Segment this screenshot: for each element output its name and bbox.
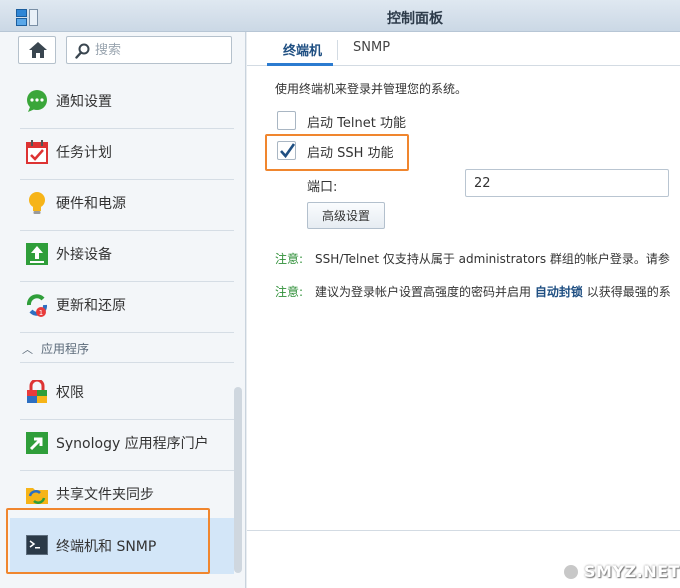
divider bbox=[20, 128, 234, 129]
sidebar-item-update-restore[interactable]: 1 更新和还原 bbox=[20, 283, 234, 327]
refresh-icon: 1 bbox=[27, 294, 47, 317]
sidebar-item-label: 任务计划 bbox=[56, 145, 112, 161]
sidebar-item-label: 通知设置 bbox=[56, 94, 112, 110]
annotation-highlight bbox=[6, 508, 210, 574]
sidebar-item-task-scheduler[interactable]: 任务计划 bbox=[20, 130, 234, 174]
sidebar-item-hardware-power[interactable]: 硬件和电源 bbox=[20, 181, 234, 225]
upload-arrow-icon bbox=[26, 243, 48, 265]
sidebar: 通知设置 任务计划 硬件和电源 外接设备 bbox=[0, 32, 246, 588]
divider bbox=[20, 230, 234, 231]
search-box[interactable] bbox=[66, 36, 232, 64]
port-input[interactable] bbox=[465, 169, 669, 197]
advanced-settings-button[interactable]: 高级设置 bbox=[307, 202, 385, 229]
divider bbox=[20, 470, 234, 471]
main-panel: 终端机 SNMP 使用终端机来登录并管理您的系统。 启动 Telnet 功能 启… bbox=[247, 32, 680, 588]
telnet-label: 启动 Telnet 功能 bbox=[307, 116, 406, 131]
sidebar-item-label: 共享文件夹同步 bbox=[56, 487, 154, 503]
section-header-applications[interactable]: ︿ 应用程序 bbox=[22, 340, 89, 357]
divider bbox=[20, 281, 234, 282]
watermark-logo-icon bbox=[562, 563, 580, 581]
footer-divider bbox=[247, 530, 680, 531]
chat-bubble-icon bbox=[27, 90, 47, 112]
divider bbox=[20, 419, 234, 420]
search-input[interactable] bbox=[95, 41, 225, 59]
watermark-text: SMYZ.NET bbox=[584, 562, 680, 581]
lock-icon bbox=[27, 380, 47, 403]
divider bbox=[20, 332, 234, 333]
calendar-check-icon bbox=[26, 140, 48, 164]
port-label: 端口: bbox=[307, 180, 338, 195]
lightbulb-icon bbox=[29, 192, 45, 214]
sidebar-item-external-devices[interactable]: 外接设备 bbox=[20, 232, 234, 276]
sidebar-item-app-portal[interactable]: Synology 应用程序门户 bbox=[20, 421, 234, 465]
note-ssh-admin: 注意: SSH/Telnet 仅支持从属于 administrators 群组的帐… bbox=[275, 250, 670, 267]
terminal-description: 使用终端机来登录并管理您的系统。 bbox=[275, 82, 468, 96]
portal-arrow-icon bbox=[26, 432, 48, 454]
folder-sync-icon bbox=[26, 488, 48, 504]
note-text: SSH/Telnet 仅支持从属于 administrators 群组的帐户登录… bbox=[315, 252, 670, 266]
watermark: SMYZ.NET bbox=[560, 560, 679, 584]
tab-terminal[interactable]: 终端机 bbox=[283, 40, 322, 59]
update-badge: 1 bbox=[39, 309, 43, 317]
tab-bar: 终端机 SNMP bbox=[247, 32, 680, 66]
note-tag: 注意: bbox=[275, 252, 304, 266]
note-text: 以获得最强的系 bbox=[586, 285, 671, 299]
chevron-up-icon: ︿ bbox=[22, 343, 33, 356]
telnet-checkbox[interactable] bbox=[277, 111, 296, 130]
sidebar-scrollbar[interactable] bbox=[234, 387, 242, 573]
sidebar-item-label: 权限 bbox=[56, 385, 84, 401]
search-icon bbox=[75, 43, 90, 59]
note-tag: 注意: bbox=[275, 285, 304, 299]
note-text: 建议为登录帐户设置高强度的密码并启用 bbox=[315, 285, 532, 299]
sidebar-item-label: 硬件和电源 bbox=[56, 196, 126, 212]
divider bbox=[20, 179, 234, 180]
sidebar-item-label: Synology 应用程序门户 bbox=[56, 436, 209, 452]
divider bbox=[20, 362, 234, 363]
annotation-highlight bbox=[265, 134, 409, 171]
sidebar-item-label: 外接设备 bbox=[56, 247, 112, 263]
home-button[interactable] bbox=[18, 36, 56, 64]
auto-block-link[interactable]: 自动封锁 bbox=[535, 285, 583, 299]
note-password: 注意: 建议为登录帐户设置高强度的密码并启用 自动封锁 以获得最强的系 bbox=[275, 283, 671, 300]
title-bar: 控制面板 bbox=[0, 0, 680, 32]
tab-separator bbox=[337, 40, 338, 60]
tab-snmp[interactable]: SNMP bbox=[353, 40, 390, 55]
active-tab-indicator bbox=[267, 63, 333, 66]
sidebar-item-notification[interactable]: 通知设置 bbox=[20, 79, 234, 123]
window-title: 控制面板 bbox=[387, 11, 443, 27]
sidebar-item-label: 更新和还原 bbox=[56, 298, 126, 314]
section-title: 应用程序 bbox=[41, 342, 90, 356]
home-icon bbox=[29, 42, 47, 58]
sidebar-item-privileges[interactable]: 权限 bbox=[20, 370, 234, 414]
